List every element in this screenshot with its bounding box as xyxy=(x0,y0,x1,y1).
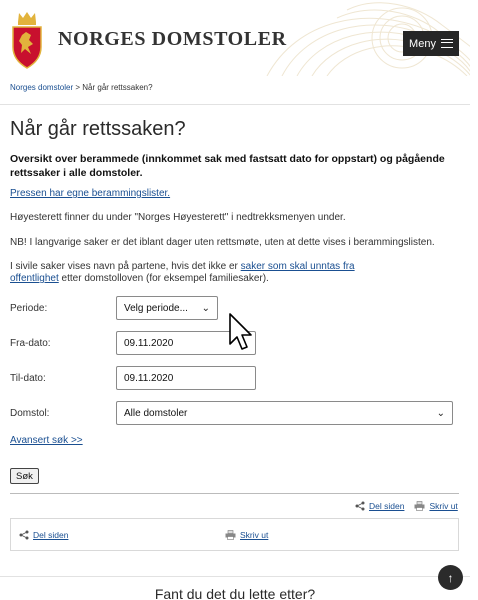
share-icon xyxy=(355,501,365,511)
share-icon xyxy=(19,530,29,540)
share-box-share: Del siden xyxy=(19,530,68,540)
court-label: Domstol: xyxy=(10,408,50,419)
from-date-value: 09.11.2020 xyxy=(124,337,174,349)
long-cases-note: NB! I langvarige saker er det iblant dag… xyxy=(10,237,435,248)
site-header: NORGES DOMSTOLER Meny xyxy=(0,0,478,76)
menu-button[interactable]: Meny xyxy=(403,31,459,56)
press-paragraph: Pressen har egne berammingslister. xyxy=(10,188,470,200)
print-page-link[interactable]: Skriv ut xyxy=(429,501,457,511)
court-select[interactable]: Alle domstoler ⌄ xyxy=(116,401,453,425)
menu-label: Meny xyxy=(409,37,436,50)
from-date-label: Fra-dato: xyxy=(10,338,51,349)
print-icon xyxy=(225,530,236,540)
share-bar-top: Del siden Skriv ut xyxy=(355,501,458,511)
period-select[interactable]: Velg periode... ⌄ xyxy=(116,296,218,320)
period-select-value: Velg periode... xyxy=(124,302,188,314)
share-page-link[interactable]: Del siden xyxy=(369,501,404,511)
hamburger-icon xyxy=(440,39,453,48)
scrollbar-track[interactable] xyxy=(470,0,478,600)
chevron-down-icon: ⌄ xyxy=(201,302,210,314)
mouse-cursor-icon xyxy=(229,313,252,350)
brand-name[interactable]: NORGES DOMSTOLER xyxy=(58,28,287,51)
search-button[interactable]: Søk xyxy=(10,468,39,484)
to-date-label: Til-dato: xyxy=(10,373,46,384)
print-icon xyxy=(414,501,425,511)
breadcrumb-divider xyxy=(0,104,470,105)
breadcrumb-separator: > xyxy=(75,83,81,92)
feedback-question: Fant du det du lette etter? xyxy=(154,586,316,600)
advanced-search-link[interactable]: Avansert søk >> xyxy=(10,435,83,446)
press-link[interactable]: Pressen har egne berammingslister. xyxy=(10,188,170,199)
chevron-down-icon: ⌄ xyxy=(436,407,445,419)
to-date-value: 09.11.2020 xyxy=(124,372,174,384)
civil-cases-text-start: I sivile saker vises navn på partene, hv… xyxy=(10,261,241,272)
breadcrumb: Norges domstoler > Når går rettssaken? xyxy=(10,83,153,92)
civil-cases-note: I sivile saker vises navn på partene, hv… xyxy=(10,261,390,285)
page-title: Når går rettssaken? xyxy=(10,118,186,140)
court-select-value: Alle domstoler xyxy=(124,407,188,419)
share-divider xyxy=(10,493,459,494)
page-lead: Oversikt over berammede (innkommet sak m… xyxy=(10,153,445,179)
footer-divider xyxy=(0,576,470,577)
share-box-print: Skriv ut xyxy=(225,530,268,540)
to-date-input[interactable]: 09.11.2020 xyxy=(116,366,256,390)
print-page-link-bottom[interactable]: Skriv ut xyxy=(240,530,268,540)
period-label: Periode: xyxy=(10,303,48,314)
arrow-up-icon: ↑ xyxy=(447,570,454,585)
share-page-link-bottom[interactable]: Del siden xyxy=(33,530,68,540)
back-to-top-button[interactable]: ↑ xyxy=(438,565,463,590)
breadcrumb-home-link[interactable]: Norges domstoler xyxy=(10,83,73,92)
share-box: Del siden Skriv ut xyxy=(10,518,459,551)
civil-cases-text-end: etter domstolloven (for eksempel familie… xyxy=(58,273,269,284)
coat-of-arms-logo xyxy=(12,12,42,69)
supreme-court-note: Høyesterett finner du under "Norges Høye… xyxy=(10,212,346,223)
breadcrumb-current: Når går rettssaken? xyxy=(82,83,153,92)
